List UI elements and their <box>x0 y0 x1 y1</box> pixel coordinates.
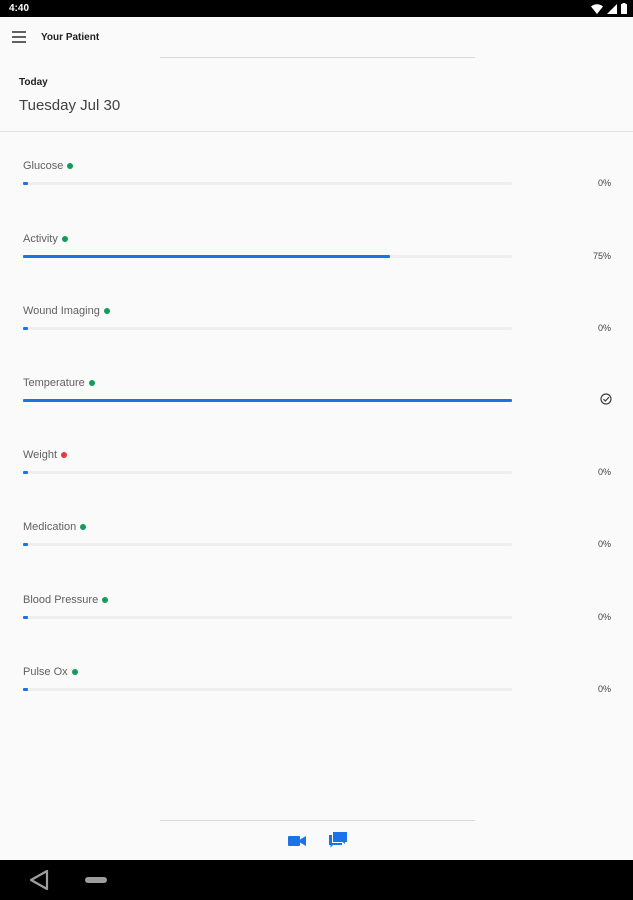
bottom-divider <box>160 820 475 821</box>
progress-track <box>23 327 512 330</box>
metric-label: Wound Imaging <box>23 305 100 317</box>
metric-medication[interactable]: Medication 0% <box>0 521 633 581</box>
progress-fill <box>23 399 512 402</box>
progress-fill <box>23 616 28 619</box>
metric-value: 0% <box>597 539 611 549</box>
progress-track <box>23 255 512 258</box>
progress-fill <box>23 327 28 330</box>
status-bar: 4:40 <box>0 0 633 17</box>
status-dot <box>61 236 68 242</box>
metric-label: Glucose <box>23 160 64 172</box>
metric-label: Activity <box>23 233 58 245</box>
status-dot <box>71 669 78 675</box>
metric-temperature[interactable]: Temperature <box>0 377 633 437</box>
video-call-icon[interactable] <box>288 834 306 848</box>
today-label: Today <box>19 77 48 88</box>
menu-icon[interactable] <box>12 31 26 43</box>
metric-label: Weight <box>23 449 58 461</box>
metric-value: 0% <box>597 684 611 694</box>
app-bar-divider <box>160 57 475 58</box>
metric-value: 75% <box>592 251 611 261</box>
metric-label: Medication <box>23 521 77 533</box>
metric-blood-pressure[interactable]: Blood Pressure 0% <box>0 594 633 654</box>
status-icons <box>591 3 627 14</box>
header-divider <box>0 131 633 132</box>
metric-value: 0% <box>597 467 611 477</box>
metric-label-container: Temperature <box>23 377 95 389</box>
status-dot <box>61 452 68 458</box>
progress-fill <box>23 255 390 258</box>
battery-icon <box>621 3 627 14</box>
home-pill[interactable] <box>85 877 107 883</box>
progress-fill <box>23 543 28 546</box>
progress-fill <box>23 471 28 474</box>
progress-track <box>23 471 512 474</box>
date-text: Tuesday Jul 30 <box>19 97 121 114</box>
progress-track <box>23 182 512 185</box>
progress-track <box>23 543 512 546</box>
system-nav-bar <box>0 860 633 900</box>
status-dot <box>102 597 109 603</box>
progress-fill <box>23 182 28 185</box>
metric-value: 0% <box>597 178 611 188</box>
metric-label: Temperature <box>23 377 85 389</box>
app-bar: Your Patient <box>0 17 633 59</box>
status-time: 4:40 <box>9 3 30 14</box>
metric-label-container: Medication <box>23 521 87 533</box>
signal-icon <box>607 3 617 14</box>
bottom-actions <box>0 823 633 860</box>
chat-icon[interactable] <box>329 832 347 848</box>
check-circle-icon <box>600 393 612 405</box>
metric-label-container: Wound Imaging <box>23 305 110 317</box>
back-icon[interactable] <box>29 869 49 891</box>
metric-glucose[interactable]: Glucose 0% <box>0 160 633 220</box>
progress-track <box>23 688 512 691</box>
metric-pulse-ox[interactable]: Pulse Ox 0% <box>0 666 633 726</box>
status-dot <box>103 308 110 314</box>
status-dot <box>67 163 74 169</box>
progress-fill <box>23 688 28 691</box>
status-dot <box>80 524 87 530</box>
metric-label-container: Pulse Ox <box>23 666 78 678</box>
status-dot <box>88 380 95 386</box>
metric-label-container: Glucose <box>23 160 74 172</box>
metric-weight[interactable]: Weight 0% <box>0 449 633 509</box>
progress-track <box>23 616 512 619</box>
progress-track <box>23 399 512 402</box>
metric-activity[interactable]: Activity 75% <box>0 233 633 293</box>
wifi-icon <box>591 3 603 14</box>
metric-label: Pulse Ox <box>23 666 68 678</box>
metric-label-container: Weight <box>23 449 68 461</box>
metric-label-container: Activity <box>23 233 68 245</box>
metric-value: 0% <box>597 323 611 333</box>
app-title: Your Patient <box>41 32 100 43</box>
metric-label: Blood Pressure <box>23 594 99 606</box>
metric-value: 0% <box>597 612 611 622</box>
metric-wound-imaging[interactable]: Wound Imaging 0% <box>0 305 633 365</box>
metric-label-container: Blood Pressure <box>23 594 109 606</box>
